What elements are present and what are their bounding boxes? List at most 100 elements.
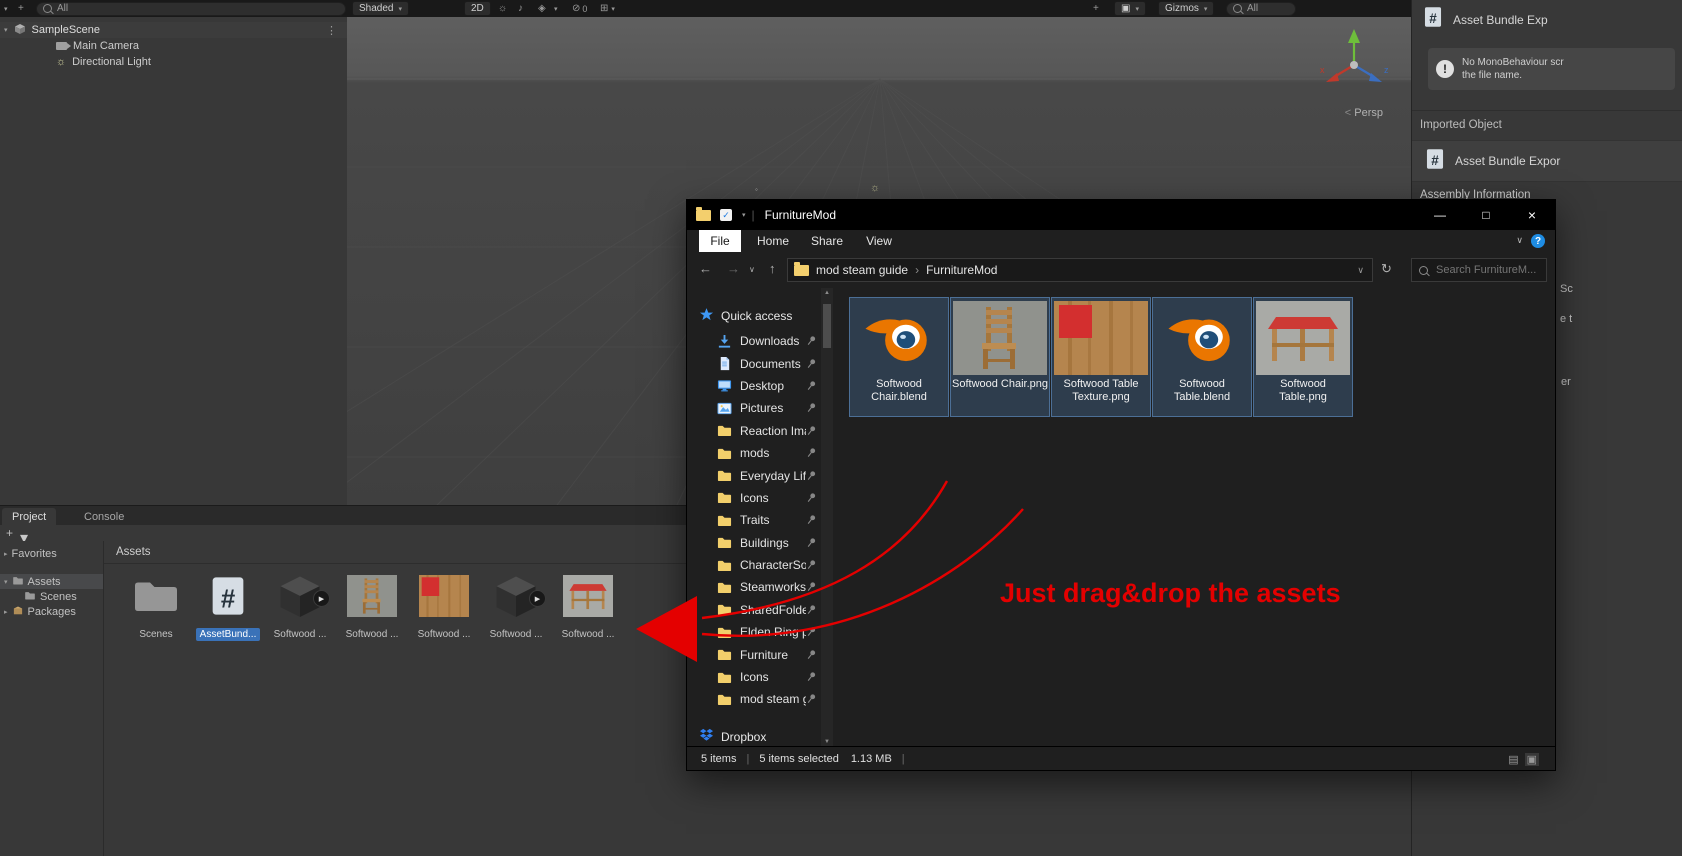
sidebar-dropbox[interactable]: Dropbox	[687, 726, 821, 747]
explorer-titlebar[interactable]: ✓ ▾ | FurnitureMod — □ ×	[687, 200, 1555, 230]
menu-file[interactable]: File	[699, 230, 741, 252]
sidebar-item[interactable]: Desktop	[687, 375, 821, 397]
context-menu-icon[interactable]: ⋮	[326, 24, 337, 37]
scroll-up-icon[interactable]: ▲	[821, 290, 833, 296]
breadcrumb-current[interactable]: FurnitureMod	[926, 263, 997, 277]
menu-home[interactable]: Home	[751, 230, 795, 252]
sidebar-quick-access[interactable]: Quick access	[687, 304, 821, 328]
help-icon[interactable]: ?	[1531, 234, 1545, 248]
chevron-down-icon[interactable]: ▾	[742, 211, 746, 219]
sidebar-item[interactable]: Buildings	[687, 532, 821, 554]
sidebar-item[interactable]: mod steam g	[687, 688, 821, 710]
project-asset[interactable]: # AssetBund...	[195, 571, 261, 641]
tab-project[interactable]: Project	[2, 508, 57, 526]
sidebar-item[interactable]: CharacterSou	[687, 554, 821, 576]
scroll-down-icon[interactable]: ▼	[821, 739, 833, 745]
sidebar-item[interactable]: Elden Ring p	[687, 621, 821, 643]
search-box[interactable]	[1411, 258, 1547, 282]
tree-favorites[interactable]: ▸ Favorites	[0, 546, 103, 561]
sidebar-item[interactable]: Icons	[687, 487, 821, 509]
minimize-button[interactable]: —	[1417, 200, 1463, 230]
grid-icon[interactable]: ⊞ ▾	[600, 0, 615, 17]
create-asset-button[interactable]: +	[6, 526, 13, 540]
project-asset[interactable]: ▶ Softwood ...	[268, 571, 332, 641]
tree-assets[interactable]: ▾ Assets	[0, 574, 103, 589]
sidebar-item[interactable]: mods	[687, 442, 821, 464]
sidebar-item[interactable]: SharedFolder	[687, 599, 821, 621]
close-button[interactable]: ×	[1509, 200, 1555, 230]
toolbar-caret-icon[interactable]: ▾	[4, 0, 8, 17]
back-button[interactable]: ←	[699, 261, 712, 276]
imported-object-row[interactable]: # Asset Bundle Expor	[1412, 140, 1682, 182]
file-name: Softwood Table.png	[1279, 378, 1327, 403]
sidebar-item[interactable]: Traits	[687, 509, 821, 531]
forward-button[interactable]: →	[727, 261, 740, 276]
orientation-gizmo[interactable]: x z	[1317, 25, 1391, 99]
search-input[interactable]	[1434, 263, 1539, 277]
tool-icon[interactable]: +	[18, 0, 24, 17]
ribbon-expand-icon[interactable]: ∨	[1516, 235, 1523, 246]
tab-console[interactable]: Console	[74, 508, 134, 526]
sidebar-item[interactable]: Documents	[687, 352, 821, 374]
sidebar-item[interactable]: Icons	[687, 666, 821, 688]
sidebar-item[interactable]: SteamworksS	[687, 576, 821, 598]
address-field[interactable]: mod steam guide › FurnitureMod ∨	[787, 258, 1373, 282]
project-asset[interactable]: Softwood ...	[556, 571, 620, 641]
project-asset[interactable]: Softwood ...	[412, 571, 476, 641]
lighting-icon[interactable]: ☼	[498, 0, 507, 17]
2d-button[interactable]: 2D	[464, 0, 491, 17]
sidebar-item[interactable]: Pictures	[687, 397, 821, 419]
scene-search[interactable]: All	[1226, 0, 1296, 17]
project-asset[interactable]: Scenes	[124, 571, 188, 641]
sidebar-item[interactable]: Reaction Ima	[687, 420, 821, 442]
project-asset[interactable]: Softwood ...	[340, 571, 404, 641]
explorer-file-area[interactable]: Softwood Chair.blend Softwood Chair.png …	[833, 288, 1555, 747]
menu-view[interactable]: View	[857, 230, 901, 252]
thumbnail-view-icon[interactable]: ▣	[1524, 753, 1539, 766]
sidebar-item-icon	[717, 625, 733, 640]
shaded-dropdown[interactable]: Shaded ▾	[352, 0, 409, 17]
play-badge-icon[interactable]: ▶	[529, 590, 546, 607]
effects-caret-icon[interactable]: ▾	[554, 0, 558, 17]
foldout-caret-icon[interactable]: ▾	[4, 26, 8, 34]
hidden-objects-icon[interactable]: ⊘ 0	[572, 0, 587, 17]
gizmos-dropdown[interactable]: Gizmos ▾	[1158, 0, 1215, 17]
sidebar-item[interactable]: Everyday Life	[687, 464, 821, 486]
list-view-icon[interactable]: ▤	[1508, 753, 1518, 766]
breadcrumb-parent[interactable]: mod steam guide	[816, 263, 908, 277]
hierarchy-search[interactable]: All	[36, 0, 346, 17]
sidebar-scrollbar[interactable]: ▲ ▼	[821, 288, 833, 747]
refresh-icon[interactable]: ↻	[1381, 261, 1392, 277]
maximize-button[interactable]: □	[1463, 200, 1509, 230]
scrollbar-thumb[interactable]	[823, 304, 831, 348]
scene-gizmo-sprite[interactable]: ◦	[755, 185, 758, 194]
audio-icon[interactable]: ♪	[518, 0, 523, 17]
pin-icon	[806, 380, 816, 392]
hierarchy-scene-row[interactable]: ▾ SampleScene ⋮	[0, 22, 347, 38]
file-tile[interactable]: Softwood Chair.blend	[849, 297, 949, 417]
quick-access-toolbar-icon[interactable]: ✓	[720, 209, 732, 221]
tools-icon[interactable]: +	[1093, 0, 1099, 17]
scene-light-gizmo-icon[interactable]: ☼	[870, 182, 880, 194]
play-badge-icon[interactable]: ▶	[313, 590, 330, 607]
tree-packages[interactable]: ▸ Packages	[0, 604, 103, 619]
file-tile[interactable]: Softwood Table.blend	[1152, 297, 1252, 417]
file-tile[interactable]: Softwood Table.png	[1253, 297, 1353, 417]
camera-view-dropdown[interactable]: ▣ ▾	[1114, 0, 1146, 17]
file-tile[interactable]: Softwood Chair.png	[950, 297, 1050, 417]
history-chevron-icon[interactable]: ∨	[749, 265, 755, 274]
project-asset[interactable]: ▶ Softwood ...	[484, 571, 548, 641]
effects-icon[interactable]: ◈	[538, 0, 546, 17]
address-dropdown-icon[interactable]: ∨	[1357, 265, 1364, 276]
projection-label[interactable]: < Persp	[1345, 107, 1383, 119]
up-button[interactable]: ↑	[769, 261, 776, 276]
hierarchy-item-main-camera[interactable]: Main Camera	[0, 38, 347, 54]
hierarchy-item-directional-light[interactable]: ☼ Directional Light	[0, 54, 347, 70]
pin-icon	[806, 335, 816, 347]
sidebar-item[interactable]: Furniture	[687, 643, 821, 665]
file-thumbnail	[1256, 300, 1350, 375]
tree-scenes[interactable]: Scenes	[0, 589, 103, 604]
sidebar-item[interactable]: Downloads	[687, 330, 821, 352]
file-tile[interactable]: Softwood Table Texture.png	[1051, 297, 1151, 417]
menu-share[interactable]: Share	[805, 230, 849, 252]
